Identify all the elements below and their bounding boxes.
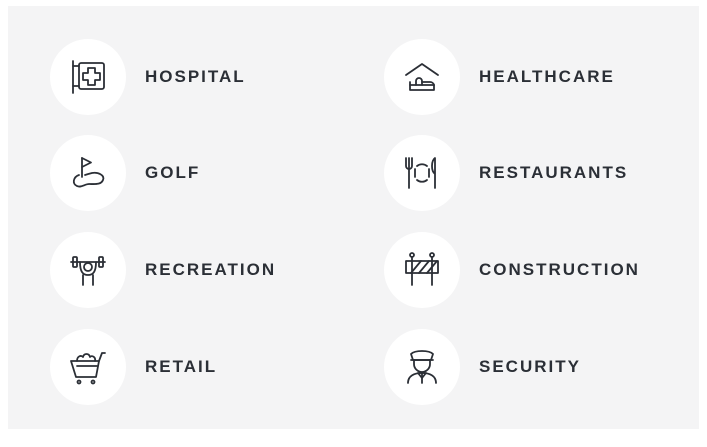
category-healthcare[interactable]: HEALTHCARE — [384, 39, 615, 115]
category-retail[interactable]: RETAIL — [50, 329, 217, 405]
category-label: GOLF — [145, 163, 201, 182]
category-hospital[interactable]: HOSPITAL — [50, 39, 246, 115]
category-label: SECURITY — [479, 357, 581, 376]
category-panel: HOSPITAL HEALTHCARE GOLF RESTAURANTS REC… — [8, 6, 699, 429]
fork-plate-knife-icon — [384, 135, 460, 211]
golf-flag-icon — [50, 135, 126, 211]
category-label: RESTAURANTS — [479, 163, 629, 182]
category-recreation[interactable]: RECREATION — [50, 232, 276, 308]
category-restaurants[interactable]: RESTAURANTS — [384, 135, 628, 211]
category-label: RECREATION — [145, 260, 277, 279]
category-security[interactable]: SECURITY — [384, 329, 581, 405]
category-construction[interactable]: CONSTRUCTION — [384, 232, 640, 308]
category-label: RETAIL — [145, 357, 218, 376]
weightlifter-icon — [50, 232, 126, 308]
home-bed-icon — [384, 39, 460, 115]
shopping-cart-icon — [50, 329, 126, 405]
road-barrier-icon — [384, 232, 460, 308]
security-guard-icon — [384, 329, 460, 405]
category-label: HEALTHCARE — [479, 67, 615, 86]
category-golf[interactable]: GOLF — [50, 135, 200, 211]
hospital-sign-icon — [50, 39, 126, 115]
category-label: HOSPITAL — [145, 67, 246, 86]
category-label: CONSTRUCTION — [479, 260, 640, 279]
